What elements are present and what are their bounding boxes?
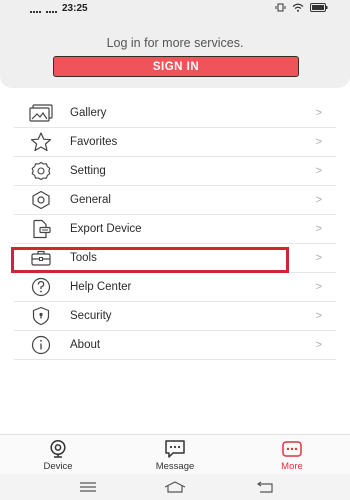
menu-item-general[interactable]: General > — [14, 186, 336, 215]
gallery-icon — [28, 102, 54, 124]
menu-item-help-center[interactable]: Help Center > — [14, 273, 336, 302]
chevron-right-icon: > — [315, 165, 322, 177]
tab-label: Device — [43, 461, 73, 472]
menu-item-label: Help Center — [70, 281, 132, 293]
battery-icon — [310, 3, 328, 15]
menu-item-label: Setting — [70, 165, 106, 177]
signal-icon — [30, 5, 41, 13]
tab-message[interactable]: Message — [135, 439, 215, 472]
export-icon — [28, 218, 54, 240]
chevron-right-icon: > — [315, 194, 322, 206]
signal-icon — [46, 5, 57, 13]
shield-icon — [28, 305, 54, 327]
vibrate-icon — [275, 3, 286, 15]
camera-icon — [48, 439, 68, 459]
status-bar: 23:25 — [0, 0, 350, 18]
back-icon[interactable] — [245, 480, 285, 494]
wifi-icon — [292, 3, 304, 15]
menu-item-label: General — [70, 194, 111, 206]
message-icon — [164, 439, 186, 459]
home-icon[interactable] — [155, 480, 195, 494]
chevron-right-icon: > — [315, 281, 322, 293]
menu-item-setting[interactable]: Setting > — [14, 157, 336, 186]
tab-device[interactable]: Device — [18, 439, 98, 472]
menu-item-gallery[interactable]: Gallery > — [14, 99, 336, 128]
tools-highlight-box — [11, 247, 289, 273]
menu-item-about[interactable]: About > — [14, 331, 336, 360]
status-time: 23:25 — [62, 3, 88, 14]
tab-label: More — [281, 461, 303, 472]
login-header: Log in for more services. SIGN IN — [0, 18, 350, 88]
tab-more[interactable]: More — [252, 439, 332, 472]
question-icon — [28, 276, 54, 298]
system-nav-bar — [0, 474, 350, 500]
chevron-right-icon: > — [315, 107, 322, 119]
menu-item-export-device[interactable]: Export Device > — [14, 215, 336, 244]
menu-item-label: Gallery — [70, 107, 107, 119]
info-icon — [28, 334, 54, 356]
chevron-right-icon: > — [315, 136, 322, 148]
chevron-right-icon: > — [315, 339, 322, 351]
more-icon — [281, 439, 303, 459]
menu-item-label: Export Device — [70, 223, 142, 235]
menu-item-favorites[interactable]: Favorites > — [14, 128, 336, 157]
tab-label: Message — [155, 461, 195, 472]
gear-icon — [28, 160, 54, 182]
menu-icon[interactable] — [68, 480, 108, 494]
bottom-tab-bar: Device Message More — [0, 434, 350, 474]
login-prompt: Log in for more services. — [106, 36, 244, 50]
menu-item-label: Security — [70, 310, 112, 322]
menu-item-label: Favorites — [70, 136, 118, 148]
sign-in-button[interactable]: SIGN IN — [53, 56, 299, 77]
chevron-right-icon: > — [315, 252, 322, 264]
hexagon-icon — [28, 189, 54, 211]
status-left: 23:25 — [30, 3, 88, 14]
menu-item-security[interactable]: Security > — [14, 302, 336, 331]
more-menu: Gallery > Favorites > Setting > General … — [14, 99, 336, 360]
status-right — [275, 3, 328, 15]
menu-item-label: About — [70, 339, 101, 351]
star-icon — [28, 131, 54, 153]
chevron-right-icon: > — [315, 223, 322, 235]
chevron-right-icon: > — [315, 310, 322, 322]
